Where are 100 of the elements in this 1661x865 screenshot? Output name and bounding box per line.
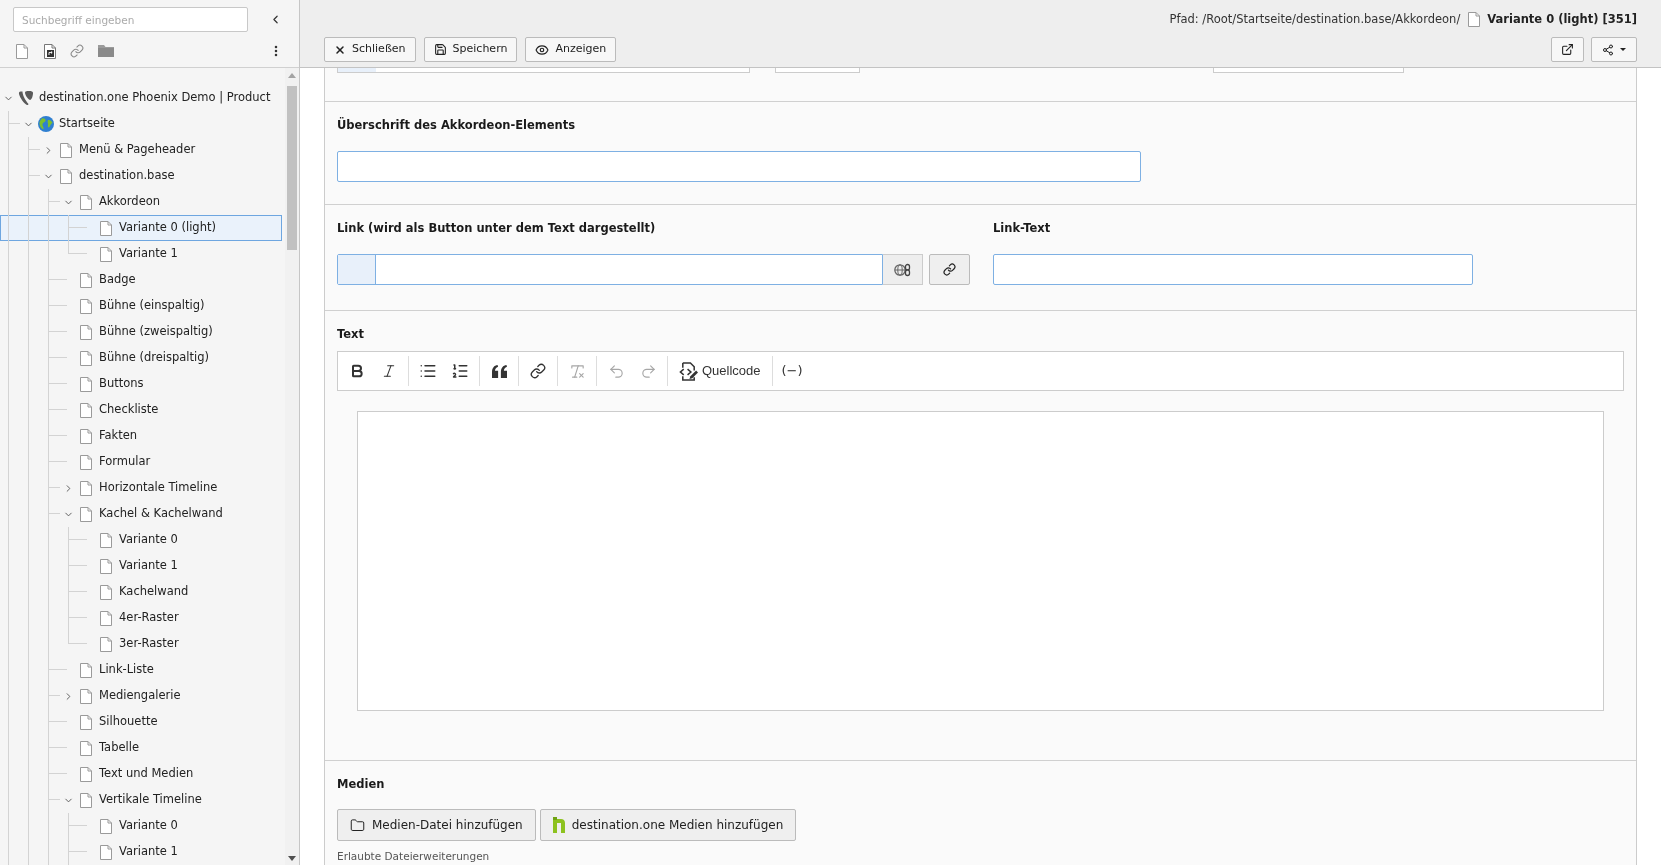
link-icon	[943, 263, 956, 276]
source-button[interactable]: Quellcode	[671, 355, 769, 387]
tree-item[interactable]: Menü & Pageheader	[0, 137, 282, 163]
page-icon	[100, 610, 112, 626]
save-icon	[433, 43, 447, 56]
numbered-list-icon	[451, 362, 469, 380]
tree-item[interactable]: Horizontale Timeline	[0, 475, 282, 501]
close-icon	[334, 43, 346, 56]
page-icon	[80, 688, 92, 704]
tree-item[interactable]: Variante 1	[0, 839, 282, 865]
globe-link-icon	[894, 262, 911, 277]
tree-item[interactable]: Vertikale Timeline	[0, 787, 282, 813]
folder-icon	[350, 817, 365, 833]
tree-item[interactable]: Startseite	[0, 111, 282, 137]
page-icon	[80, 402, 92, 418]
search-field[interactable]: Suchbegriff eingeben	[13, 7, 248, 32]
field-label: Link (wird als Button unter dem Text dargestellt)	[337, 220, 656, 236]
page-icon	[80, 324, 92, 340]
open-external-button[interactable]	[1551, 37, 1584, 62]
scrollbar-thumb[interactable]	[287, 86, 297, 250]
help-text: Erlaubte Dateierweiterungen	[337, 849, 490, 863]
caret-icon	[1620, 48, 1626, 51]
tree-item[interactable]: Variante 0	[0, 813, 282, 839]
logo-icon	[552, 817, 565, 833]
link-browser-button[interactable]	[883, 254, 923, 285]
field-label: Medien	[337, 776, 385, 792]
share-button[interactable]	[1591, 37, 1637, 62]
tree-item[interactable]: Variante 0	[0, 527, 282, 553]
field-label: Überschrift des Akkordeon-Elements	[337, 117, 576, 133]
tree-item[interactable]: Mediengalerie	[0, 683, 282, 709]
share-icon	[1602, 43, 1614, 56]
tree-item[interactable]: Variante 1	[0, 553, 282, 579]
input-field[interactable]	[993, 254, 1473, 285]
page-icon	[80, 506, 92, 522]
tree-item[interactable]: Fakten	[0, 423, 282, 449]
page-icon	[80, 298, 92, 314]
input-field[interactable]	[337, 68, 750, 73]
page-icon	[80, 454, 92, 470]
tree-item[interactable]: Checkliste	[0, 397, 282, 423]
link-button[interactable]	[929, 254, 970, 285]
page-icon	[100, 558, 112, 574]
input-field[interactable]	[775, 68, 860, 73]
page-icon	[80, 662, 92, 678]
page-icon	[100, 636, 112, 652]
tree-item[interactable]: Formular	[0, 449, 282, 475]
page-icon	[80, 194, 92, 210]
tree-item[interactable]: Bühne (dreispaltig)	[0, 345, 282, 371]
page-icon	[100, 532, 112, 548]
page-icon	[80, 480, 92, 496]
new-page-icon[interactable]	[16, 43, 28, 59]
external-link-icon	[1561, 43, 1574, 56]
page-title: Variante 0 (light) [351]	[1487, 10, 1637, 28]
tree-item[interactable]: destination.base	[0, 163, 282, 189]
view-button[interactable]: Anzeigen	[525, 37, 617, 62]
tree-item[interactable]: Bühne (einspaltig)	[0, 293, 282, 319]
page-icon	[60, 142, 72, 158]
bold-icon	[349, 363, 365, 379]
page-icon	[1468, 12, 1481, 27]
tree-item[interactable]: Bühne (zweispaltig)	[0, 319, 282, 345]
folder-icon[interactable]	[98, 45, 114, 57]
bulleted-list-icon	[419, 362, 437, 380]
input-field[interactable]	[1213, 68, 1404, 73]
page-icon	[80, 376, 92, 392]
tree-item[interactable]: Variante 1	[0, 241, 282, 267]
tree-item[interactable]: Badge	[0, 267, 282, 293]
tree-item[interactable]: destination.one Phoenix Demo | Product	[0, 85, 282, 111]
source-code-icon	[679, 361, 698, 381]
tree-item[interactable]: Kachelwand	[0, 579, 282, 605]
tree-item[interactable]: Variante 0 (light)	[0, 215, 282, 241]
page-arrow-icon[interactable]	[44, 43, 56, 59]
link-icon	[530, 363, 546, 379]
tree-item[interactable]: Tabelle	[0, 735, 282, 761]
tree-item[interactable]: 3er-Raster	[0, 631, 282, 657]
field-label: Text	[337, 326, 365, 342]
add-media-button[interactable]: destination.one Medien hinzufügen	[539, 809, 797, 841]
soft-hyphen-button[interactable]: (−)	[775, 355, 809, 387]
page-icon	[80, 740, 92, 756]
globe-icon	[38, 116, 54, 132]
remove-format-icon	[568, 362, 586, 380]
link-input-field[interactable]	[337, 254, 883, 285]
tree-item[interactable]: Silhouette	[0, 709, 282, 735]
scrollbar[interactable]	[285, 68, 299, 865]
close-button[interactable]: Schließen	[324, 37, 416, 62]
page-icon	[80, 350, 92, 366]
tree-item[interactable]: 4er-Raster	[0, 605, 282, 631]
tree-item[interactable]: Link-Liste	[0, 657, 282, 683]
tree-item[interactable]: Text und Medien	[0, 761, 282, 787]
save-button[interactable]: Speichern	[423, 37, 518, 62]
tree-item[interactable]: Kachel & Kachelwand	[0, 501, 282, 527]
tree-item[interactable]: Buttons	[0, 371, 282, 397]
add-media-button[interactable]: Medien-Datei hinzufügen	[337, 809, 536, 841]
page-icon	[100, 584, 112, 600]
scroll-down-icon[interactable]	[288, 856, 296, 861]
eye-icon	[535, 42, 550, 57]
scroll-up-icon[interactable]	[288, 73, 296, 78]
link-icon[interactable]	[70, 44, 84, 58]
field-label: Link-Text	[993, 220, 1051, 236]
input-field[interactable]	[337, 151, 1141, 182]
page-icon	[80, 714, 92, 730]
page-icon	[100, 844, 112, 860]
